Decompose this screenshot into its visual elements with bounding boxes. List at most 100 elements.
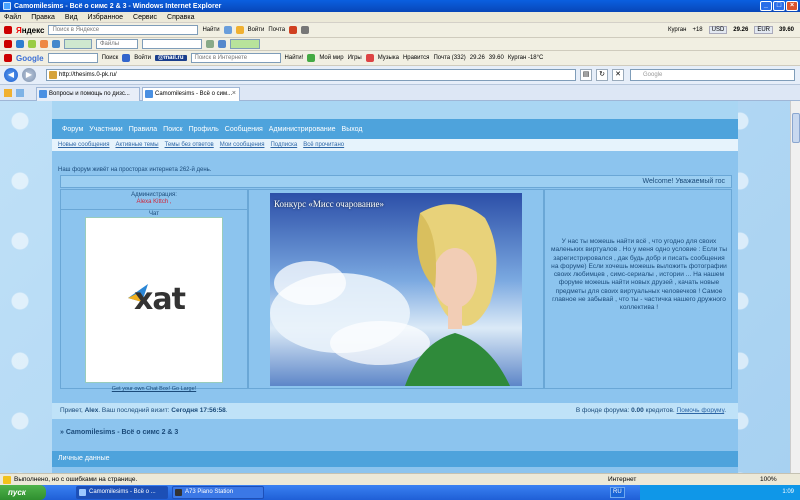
toolbar-icon-6[interactable] <box>218 40 226 48</box>
yandex-login-button[interactable]: Войти <box>248 27 265 33</box>
maximize-button[interactable]: □ <box>773 1 785 11</box>
nav-members[interactable]: Участники <box>89 126 122 133</box>
toolbar-icon-3[interactable] <box>40 40 48 48</box>
menu-help[interactable]: Справка <box>167 14 194 21</box>
close-toolbar-icon[interactable] <box>4 40 12 48</box>
start-button[interactable]: пуск <box>0 485 46 500</box>
usd-label[interactable]: USD <box>708 26 728 34</box>
likes-button[interactable]: Нравится <box>403 55 429 61</box>
google-search-button[interactable]: Поиск <box>102 55 119 61</box>
warning-icon[interactable] <box>3 476 11 484</box>
favorites-star-icon[interactable] <box>4 89 12 97</box>
username[interactable]: Alex <box>85 407 99 414</box>
url-input[interactable]: http://thesims.0-pk.ru/ <box>46 69 576 81</box>
subnav-new-posts[interactable]: Новые сообщения <box>58 142 109 148</box>
nav-search[interactable]: Поиск <box>163 126 182 133</box>
mailru-find-button[interactable]: Найти! <box>285 55 304 61</box>
greeting-text: Привет, <box>60 407 85 414</box>
subnav-subscriptions[interactable]: Подписка <box>270 142 297 148</box>
yandex-informers: Курган +18 USD 29.26 EUR 39.60 <box>668 26 800 34</box>
menu-tools[interactable]: Сервис <box>133 14 157 21</box>
back-button[interactable]: ◀ <box>4 68 18 82</box>
menu-view[interactable]: Вид <box>65 14 78 21</box>
yandex-services-icon[interactable] <box>235 26 244 34</box>
close-toolbar-icon[interactable] <box>4 26 12 34</box>
toolbar-status-field[interactable] <box>64 39 92 49</box>
settings-icon[interactable] <box>301 26 310 34</box>
login-button[interactable]: Войти <box>134 55 151 61</box>
subnav-mark-read[interactable]: Всё прочитано <box>303 142 344 148</box>
taskbar-ie-button[interactable]: Camomilesims - Всё о ... <box>76 486 168 499</box>
stop-icon[interactable]: ✕ <box>612 69 624 81</box>
menu-file[interactable]: Файл <box>4 14 21 21</box>
yandex-search-input[interactable]: Поиск в Яндексе <box>48 25 199 35</box>
xat-chat-box[interactable]: xat Get your own Chat Box! Go Large! <box>85 217 223 392</box>
compatibility-icon[interactable]: ▤ <box>580 69 592 81</box>
mailru-agent-icon[interactable] <box>307 54 316 62</box>
breadcrumb[interactable]: » Camomilesims - Всё о симс 2 & 3 <box>52 425 738 441</box>
tab-help-forum[interactable]: Вопросы и помощь по дизс... <box>36 87 140 101</box>
toolbar-text-field[interactable] <box>142 39 202 49</box>
toolbar-icon-4[interactable] <box>52 40 60 48</box>
forward-button[interactable]: ▶ <box>22 68 36 82</box>
taskbar-piano-button[interactable]: A73 Piano Station <box>172 486 264 499</box>
games-button[interactable]: Игры <box>348 55 362 61</box>
close-toolbar-icon[interactable] <box>4 54 12 62</box>
yandex-mail-button[interactable]: Почта <box>268 27 285 33</box>
nav-rules[interactable]: Правила <box>129 126 157 133</box>
nav-messages[interactable]: Сообщения <box>225 126 263 133</box>
toolbar-icon[interactable] <box>122 54 131 62</box>
subnav-my-posts[interactable]: Мои сообщения <box>220 142 265 148</box>
mailru-search-input[interactable]: Поиск в Интернете <box>190 53 281 63</box>
zoom-level[interactable]: 100% <box>760 474 777 485</box>
address-bar: ◀ ▶ http://thesims.0-pk.ru/ ▤ ↻ ✕ Google <box>0 66 800 85</box>
music-button[interactable]: Музыка <box>378 55 399 61</box>
help-forum-link[interactable]: Помочь форуму <box>677 407 725 414</box>
browser-search-placeholder: Google <box>643 72 663 78</box>
browser-search-input[interactable]: Google <box>630 69 795 81</box>
tab-camomilesims[interactable]: Camomilesims - Всё о сим... × <box>142 87 240 101</box>
security-zone[interactable]: Интернет <box>608 474 636 485</box>
toolbar-icon-2[interactable] <box>28 40 36 48</box>
toolbar-icon-5[interactable] <box>206 40 214 48</box>
weather-city[interactable]: Курган <box>668 27 686 33</box>
close-button[interactable]: × <box>786 1 798 11</box>
my-world-button[interactable]: Мой мир <box>319 55 343 61</box>
yandex-logo[interactable]: Яндекс <box>16 26 44 35</box>
xat-links[interactable]: Get your own Chat Box! Go Large! <box>86 386 222 392</box>
mailru-logo[interactable]: @mail.ru <box>155 55 187 61</box>
toolbar-icon-1[interactable] <box>16 40 24 48</box>
subnav-unanswered[interactable]: Темы без ответов <box>165 142 214 148</box>
weather-readout[interactable]: Курган -18°C <box>508 55 544 61</box>
toolbar-progress-field[interactable] <box>230 39 260 49</box>
nav-logout[interactable]: Выход <box>342 126 363 133</box>
yandex-bar-icon[interactable] <box>223 26 232 34</box>
refresh-icon[interactable]: ↻ <box>596 69 608 81</box>
yandex-fotki-icon[interactable] <box>289 26 298 34</box>
eur-label[interactable]: EUR <box>754 26 773 34</box>
subnav-active-topics[interactable]: Активные темы <box>115 142 158 148</box>
weather-temp[interactable]: +18 <box>692 27 702 33</box>
mailru-mail-button[interactable]: Почта (332) <box>433 55 465 61</box>
vertical-scrollbar[interactable] <box>790 101 800 473</box>
clock[interactable]: 1:09 <box>782 489 794 495</box>
minimize-button[interactable]: _ <box>760 1 772 11</box>
yandex-find-button[interactable]: Найти <box>202 27 219 33</box>
files-dropdown[interactable]: Файлы <box>96 39 138 49</box>
contest-banner[interactable]: Конкурс «Мисс очарование» <box>270 193 522 386</box>
language-indicator[interactable]: RU <box>610 487 625 498</box>
nav-admin[interactable]: Администрирование <box>269 126 336 133</box>
menu-edit[interactable]: Правка <box>31 14 55 21</box>
add-favorites-icon[interactable] <box>16 89 24 97</box>
nav-profile[interactable]: Профиль <box>189 126 219 133</box>
tab-close-icon[interactable]: × <box>232 88 236 100</box>
nav-forum[interactable]: Форум <box>62 126 83 133</box>
url-text: http://thesims.0-pk.ru/ <box>59 72 117 78</box>
google-logo[interactable]: Google <box>16 54 44 63</box>
scrollbar-thumb[interactable] <box>792 113 800 143</box>
admin-name-link[interactable]: Alexa Kittch , <box>61 199 247 205</box>
forum-page: Форум Участники Правила Поиск Профиль Со… <box>52 101 738 473</box>
menu-favorites[interactable]: Избранное <box>88 14 123 21</box>
google-search-input[interactable] <box>47 53 98 63</box>
bank-suffix: кредитов. <box>643 407 677 414</box>
